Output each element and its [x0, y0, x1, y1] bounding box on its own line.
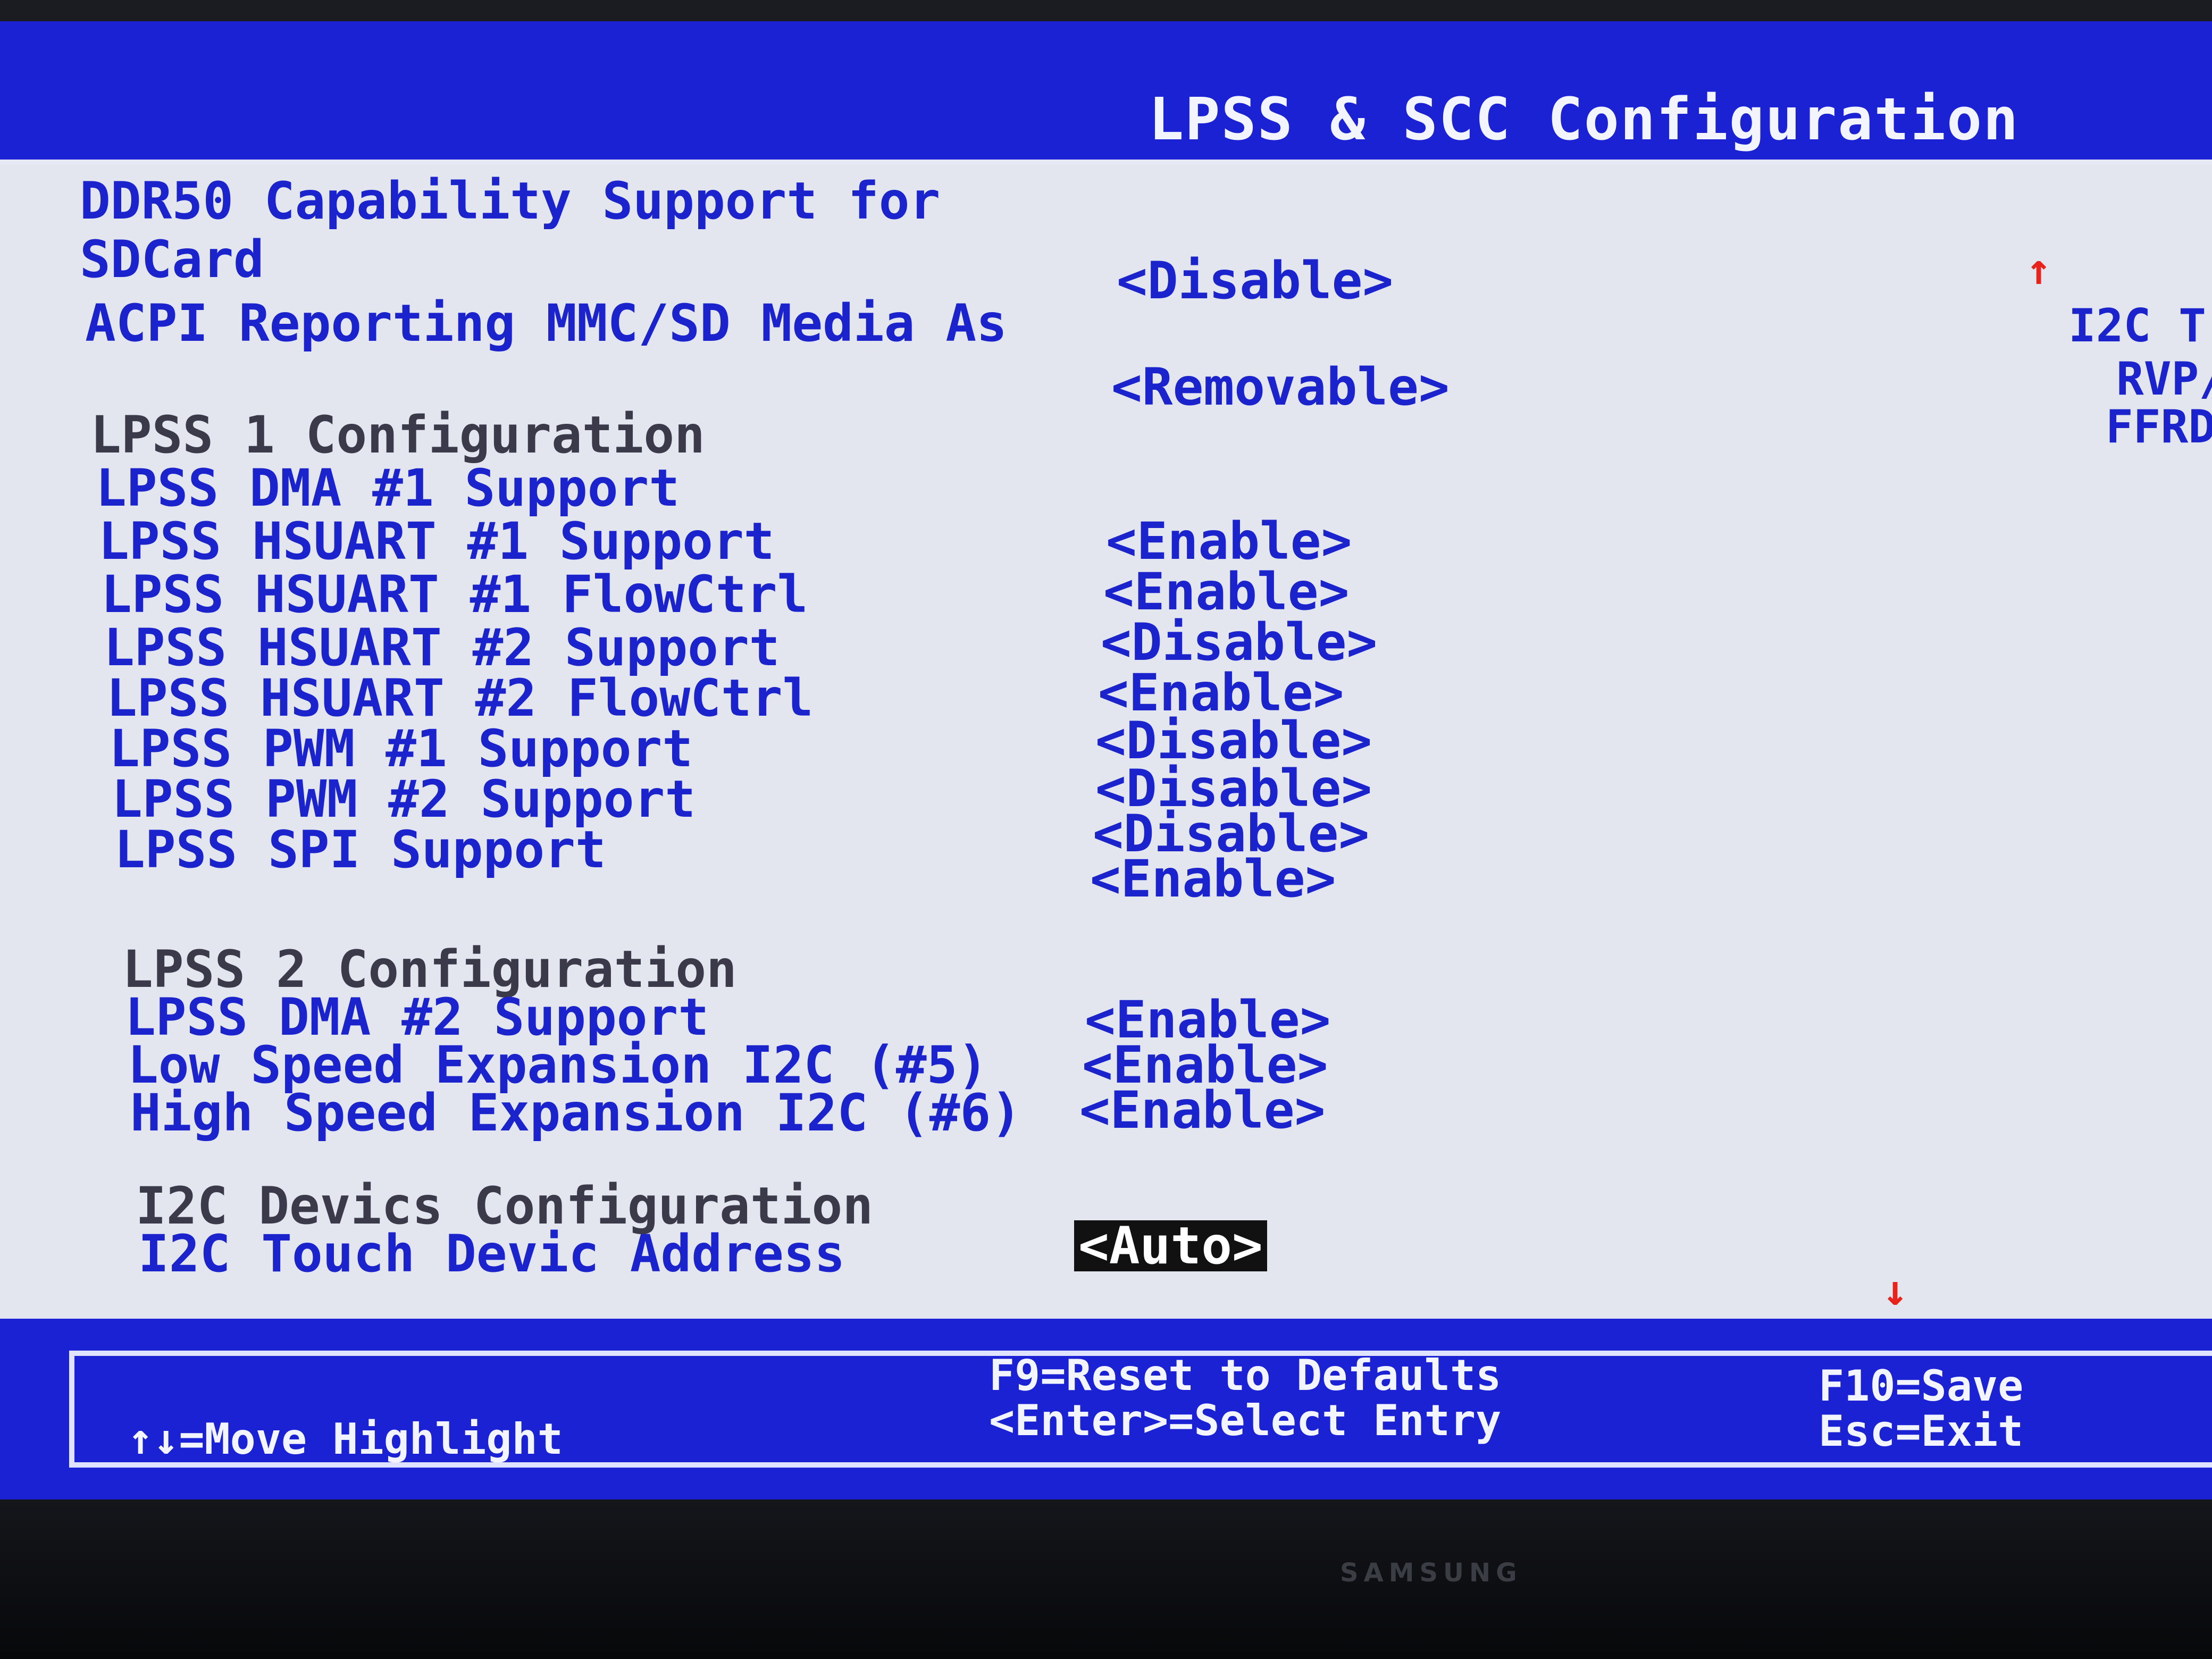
ddr50-setting-label-line1[interactable]: DDR50 Capability Support for: [80, 175, 940, 227]
lpss-hsuart1-support-label[interactable]: LPSS HSUART #1 Support: [98, 516, 775, 567]
move-highlight-hint: ↑↓=Move Highlight: [128, 1414, 563, 1464]
lpss-hsuart2-flowctrl-label[interactable]: LPSS HSUART #2 FlowCtrl: [106, 673, 813, 724]
help-text-line2: RVP/: [2116, 353, 2212, 406]
lpss-hsuart2-support-label[interactable]: LPSS HSUART #2 Support: [104, 622, 780, 673]
lpss-pwm1-support-label[interactable]: LPSS PWM #1 Support: [109, 723, 693, 774]
i2c-touch-address-label[interactable]: I2C Touch Devic Address: [138, 1228, 845, 1279]
page-title: LPSS & SCC Configuration: [1149, 85, 2020, 153]
lpss-dma1-setting-label[interactable]: LPSS DMA #1 Support: [96, 463, 680, 514]
monitor-bezel: SAMSUNG: [0, 1499, 2212, 1659]
settings-panel: DDR50 Capability Support for SDCard <Dis…: [0, 165, 2212, 1319]
acpi-reporting-setting-value[interactable]: <Removable>: [1111, 362, 1449, 413]
lpss1-section-header: LPSS 1 Configuration: [90, 405, 705, 465]
title-bar: LPSS & SCC Configuration: [0, 21, 2212, 165]
high-speed-i2c6-label[interactable]: High Speed Expansion I2C (#6): [130, 1087, 1021, 1138]
lpss-pwm2-support-label[interactable]: LPSS PWM #2 Support: [112, 774, 696, 825]
acpi-reporting-setting-label[interactable]: ACPI Reporting MMC/SD Media As: [85, 298, 1007, 349]
bios-screen: LPSS & SCC Configuration DDR50 Capabilit…: [0, 0, 2212, 1499]
monitor-top-bezel: [0, 0, 2212, 21]
lpss-hsuart1-flowctrl-label[interactable]: LPSS HSUART #1 FlowCtrl: [101, 569, 808, 620]
reset-defaults-hint: F9=Reset to Defaults: [989, 1351, 1502, 1400]
lpss-hsuart1-support-value[interactable]: <Enable>: [1106, 516, 1352, 567]
footer-key-panel: ↑↓=Move Highlight F9=Reset to Defaults <…: [69, 1351, 2212, 1468]
save-hint: F10=Save: [1819, 1361, 2024, 1411]
scroll-down-arrow-icon[interactable]: ↓: [1882, 1266, 1908, 1315]
high-speed-i2c6-value[interactable]: <Enable>: [1079, 1085, 1325, 1136]
scroll-up-arrow-icon[interactable]: ↑: [2026, 245, 2051, 294]
footer-bar: ↑↓=Move Highlight F9=Reset to Defaults <…: [0, 1319, 2212, 1499]
ddr50-setting-value[interactable]: <Disable>: [1117, 255, 1393, 306]
exit-hint: Esc=Exit: [1819, 1406, 2024, 1456]
lpss-spi-support-label[interactable]: LPSS SPI Support: [114, 824, 606, 875]
select-entry-hint: <Enter>=Select Entry: [989, 1396, 1502, 1445]
i2c-touch-address-value[interactable]: <Auto>: [1074, 1220, 1267, 1271]
lpss-extra-value[interactable]: <Enable>: [1090, 853, 1336, 904]
monitor-brand-logo: SAMSUNG: [1340, 1558, 1522, 1588]
lpss-hsuart1-flowctrl-value[interactable]: <Enable>: [1103, 566, 1349, 617]
help-text-line3: FFRD: [2106, 400, 2212, 454]
ddr50-setting-label-line2[interactable]: SDCard: [80, 234, 264, 285]
lpss-hsuart2-support-value[interactable]: <Disable>: [1101, 617, 1377, 668]
help-text-line1: I2C T: [2068, 299, 2206, 353]
